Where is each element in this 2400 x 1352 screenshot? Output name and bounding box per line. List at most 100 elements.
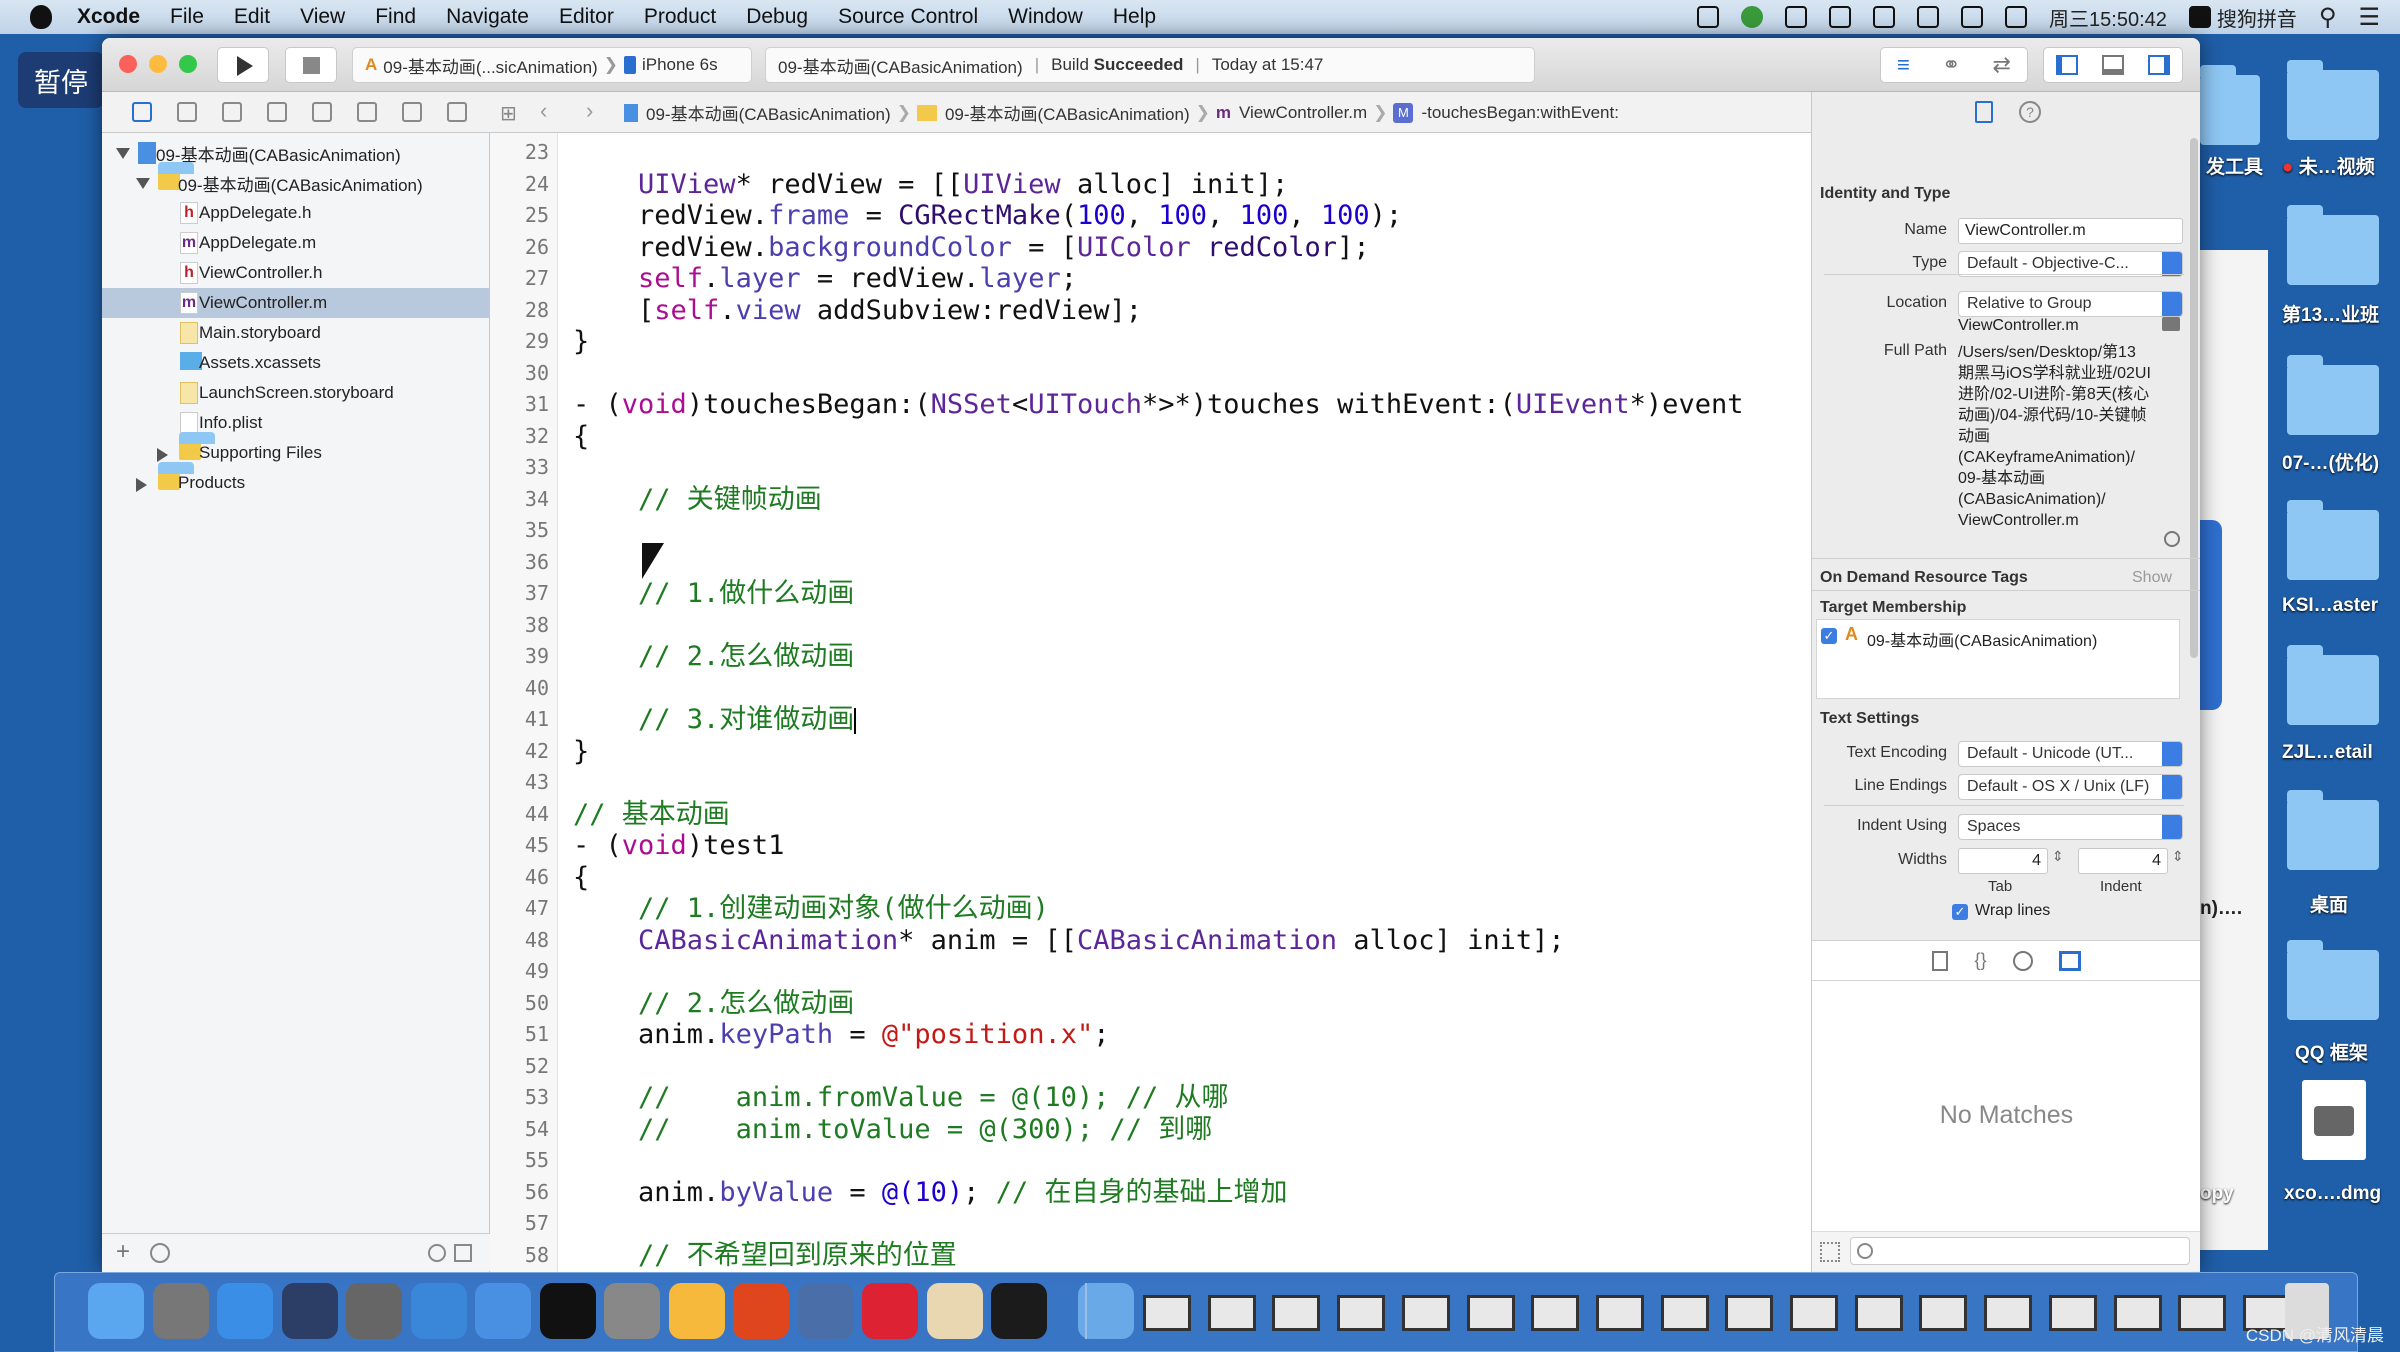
inspector-scrollbar[interactable] [2190, 138, 2198, 658]
add-icon[interactable]: + [116, 1238, 130, 1266]
indent-using-select[interactable]: Spaces [1958, 814, 2183, 840]
menu-debug[interactable]: Debug [731, 5, 823, 29]
navigator-item[interactable]: m AppDelegate.m [102, 228, 489, 258]
minimized-window-thumbnail[interactable] [1660, 1295, 1709, 1331]
breadcrumb-group[interactable]: 09-基本动画(CABasicAnimation) [945, 100, 1190, 125]
location-select[interactable]: Relative to Group [1958, 291, 2183, 317]
minimized-window-thumbnail[interactable] [1207, 1295, 1256, 1331]
toggle-navigator-icon[interactable] [2056, 55, 2078, 75]
close-window-button[interactable] [119, 55, 137, 73]
menu-edit[interactable]: Edit [219, 5, 285, 29]
code-line[interactable]: // anim.fromValue = @(10); // 从哪 [573, 1082, 1228, 1114]
version-editor-icon[interactable]: ⇄ [1993, 52, 2011, 78]
desktop-folder-icon[interactable] [2287, 500, 2379, 580]
choose-folder-icon[interactable] [2162, 317, 2180, 331]
run-button[interactable] [217, 47, 269, 83]
notes-icon[interactable] [926, 1283, 983, 1339]
quicktime-icon[interactable] [797, 1283, 854, 1339]
menu-source-control[interactable]: Source Control [823, 5, 993, 29]
code-line[interactable]: - (void)test1 [573, 830, 784, 862]
disclosure-open-icon[interactable] [116, 148, 130, 159]
menu-product[interactable]: Product [629, 5, 731, 29]
minimized-window-thumbnail[interactable] [1531, 1295, 1580, 1331]
navigator-item[interactable]: Info.plist [102, 408, 489, 438]
navigator-item[interactable]: 09-基本动画(CABasicAnimation) [102, 162, 489, 198]
lock-icon[interactable] [1917, 6, 1940, 28]
indent-width-field[interactable]: 4 [2078, 848, 2168, 874]
launchpad-icon[interactable] [152, 1283, 209, 1339]
simulator-icon[interactable] [475, 1283, 531, 1339]
code-line[interactable]: redView.frame = CGRectMake(100, 100, 100… [573, 200, 1402, 232]
desktop-folder-icon[interactable] [2287, 355, 2379, 435]
desktop-label[interactable]: QQ 框架 [2295, 1038, 2368, 1065]
test-navigator-icon[interactable] [312, 102, 332, 122]
code-snippet-library-icon[interactable]: {} [1974, 950, 1986, 971]
menu-view[interactable]: View [285, 5, 360, 29]
code-line[interactable]: // 2.怎么做动画 [573, 988, 854, 1020]
code-line[interactable]: - (void)touchesBegan:(NSSet<UITouch*>*)t… [573, 389, 1743, 421]
desktop-folder-icon[interactable] [2200, 65, 2260, 145]
menu-file[interactable]: File [155, 5, 219, 29]
toggle-utilities-icon[interactable] [2148, 55, 2170, 75]
reveal-in-finder-icon[interactable] [2164, 531, 2180, 547]
code-line[interactable]: // 不希望回到原来的位置 [573, 1240, 957, 1272]
plus-icon[interactable] [1829, 6, 1852, 28]
code-line[interactable]: } [573, 326, 589, 358]
code-line[interactable]: // 1.创建动画对象(做什么动画) [573, 893, 1049, 925]
camera-icon[interactable] [1785, 6, 1808, 28]
assistant-editor-icon[interactable]: ⚭ [1942, 52, 1960, 78]
desktop-folder-icon[interactable] [2287, 60, 2379, 140]
grid-view-icon[interactable] [1820, 1242, 1840, 1262]
minimized-window-thumbnail[interactable] [2178, 1295, 2227, 1331]
text-encoding-select[interactable]: Default - Unicode (UT... [1958, 741, 2183, 767]
forward-button[interactable]: › [586, 98, 593, 124]
minimized-window-thumbnail[interactable] [1854, 1295, 1903, 1331]
apple-menu-icon[interactable] [30, 5, 52, 29]
play-circle-icon[interactable] [1741, 6, 1764, 28]
desktop-folder-icon[interactable] [2287, 940, 2379, 1020]
desktop-label[interactable]: 07-…(优化) [2282, 448, 2379, 475]
wps-icon[interactable] [733, 1283, 789, 1339]
file-template-library-icon[interactable] [1932, 950, 1949, 971]
navigator-item[interactable]: h ViewController.h [102, 258, 489, 288]
code-line[interactable]: redView.backgroundColor = [UIColor redCo… [573, 232, 1370, 264]
object-library-icon[interactable] [2012, 950, 2033, 971]
line-endings-select[interactable]: Default - OS X / Unix (LF) [1958, 774, 2183, 800]
minimized-window-thumbnail[interactable] [1143, 1295, 1191, 1331]
menu-editor[interactable]: Editor [544, 5, 629, 29]
stop-button[interactable] [285, 47, 337, 83]
name-field[interactable]: ViewController.m [1958, 218, 2183, 244]
menu-app[interactable]: Xcode [62, 5, 155, 29]
minimized-window-thumbnail[interactable] [2048, 1295, 2097, 1331]
desktop-label[interactable]: opy [2200, 1183, 2234, 1205]
code-line[interactable]: { [573, 421, 589, 453]
minimized-window-thumbnail[interactable] [2113, 1295, 2162, 1331]
imovie-icon[interactable] [346, 1283, 402, 1339]
desktop-folder-icon[interactable] [2287, 205, 2379, 285]
code-editor[interactable]: 23 24 25 26 27 28 29 30 31 32 33 34 35 36 37 38 39 40 41 42… [490, 133, 1903, 1272]
code-line[interactable]: CABasicAnimation* anim = [[CABasicAnimat… [573, 925, 1565, 957]
desktop-label[interactable]: xco….dmg [2284, 1183, 2381, 1205]
code-line[interactable]: [self.view addSubview:redView]; [573, 295, 1142, 327]
scm-status-icon[interactable] [454, 1244, 472, 1262]
minimized-window-thumbnail[interactable] [1466, 1295, 1515, 1331]
minimized-window-thumbnail[interactable] [1725, 1295, 1774, 1331]
pause-badge[interactable]: 暂停 [18, 52, 104, 108]
find-navigator-icon[interactable] [222, 102, 242, 122]
code-line[interactable]: UIView* redView = [[UIView alloc] init]; [573, 169, 1288, 201]
desktop-label[interactable]: 第13…业班 [2282, 300, 2379, 327]
minimize-window-button[interactable] [149, 55, 167, 73]
code-line[interactable]: self.layer = redView.layer; [573, 263, 1077, 295]
issue-navigator-icon[interactable] [267, 102, 287, 122]
navigator-item[interactable]: Products [102, 462, 489, 498]
notification-center-icon[interactable]: ☰ [2358, 3, 2380, 32]
code-line[interactable]: } [573, 736, 589, 768]
file-inspector-icon[interactable] [1975, 101, 1993, 123]
back-button[interactable]: ‹ [540, 98, 547, 124]
minimized-window-thumbnail[interactable] [1919, 1295, 1968, 1331]
mouse-app-icon[interactable] [281, 1283, 338, 1339]
desktop-label[interactable]: ● 未…视频 [2282, 152, 2375, 179]
minimized-window-thumbnail[interactable] [1984, 1295, 2033, 1331]
code-line[interactable]: // anim.toValue = @(300); // 到哪 [573, 1114, 1212, 1146]
code-line[interactable]: // 3.对谁做动画 [573, 704, 857, 736]
